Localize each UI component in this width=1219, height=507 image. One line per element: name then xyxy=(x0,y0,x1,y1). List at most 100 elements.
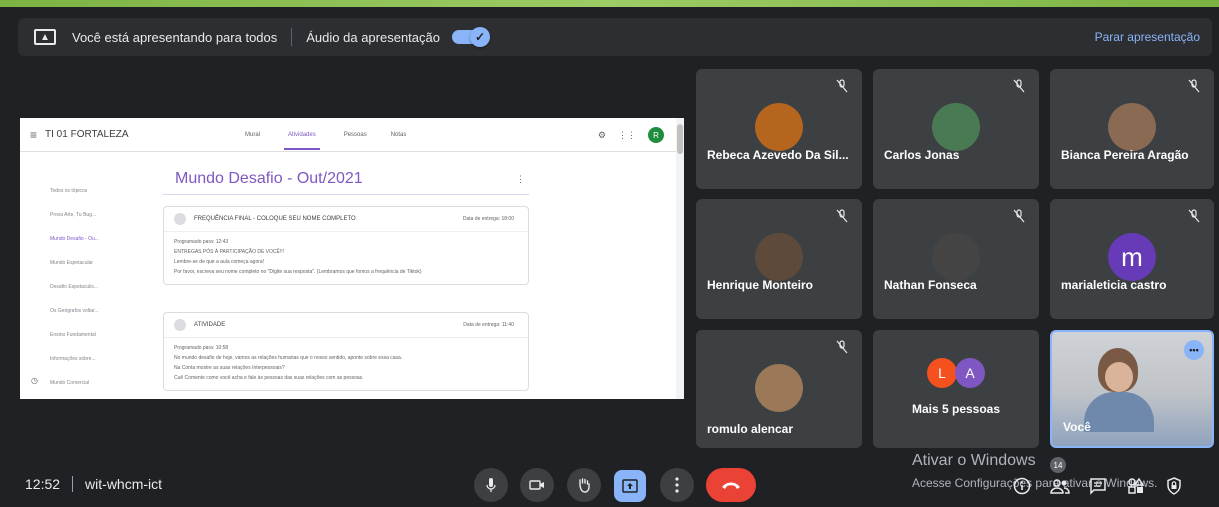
presenting-status-text: Você está apresentando para todos xyxy=(72,29,278,45)
assignment-line: ENTREGAS PÓS À PARTICIPAÇÃO DE VOCÊ!!! xyxy=(174,249,285,255)
meeting-code: wit-whcm-ict xyxy=(85,476,163,492)
assignment-body: Programado para: 12:43 ENTREGAS PÓS À PA… xyxy=(164,231,528,284)
participant-name: Henrique Monteiro xyxy=(707,278,814,292)
sidebar-topic[interactable]: Desafio Espetaculis... xyxy=(50,284,120,308)
sidebar-topic[interactable]: Todos os tópicos xyxy=(50,188,120,212)
sidebar-topic[interactable]: Informações sobre... xyxy=(50,356,120,380)
classroom-tabs: Mural Atividades Pessoas Notas xyxy=(245,118,406,152)
assignment-line: Programado para: 12:43 xyxy=(174,239,229,245)
participant-name: Nathan Fonseca xyxy=(884,278,977,292)
participant-avatar xyxy=(932,233,980,281)
banner-divider xyxy=(291,28,293,46)
assignment-line: Por favor, escreva seu nome completo no … xyxy=(174,269,422,275)
self-name: Você xyxy=(1063,420,1091,434)
present-now-button[interactable] xyxy=(614,470,646,502)
assignment-line: Na Conta mostre as suas relações Interpe… xyxy=(174,365,285,371)
presentation-banner: ▲ Você está apresentando para todos Áudi… xyxy=(18,18,1212,56)
mic-off-icon xyxy=(1188,79,1200,93)
classroom-header: ≡ TI 01 FORTALEZA Mural Atividades Pesso… xyxy=(20,118,684,152)
more-participants-label: Mais 5 pessoas xyxy=(911,402,1001,416)
participant-tile[interactable]: Henrique Monteiro xyxy=(696,199,862,319)
participant-name: Bianca Pereira Aragão xyxy=(1061,148,1189,162)
assignment-title: FREQUÊNCIA FINAL - COLOQUE SEU NOME COMP… xyxy=(194,216,356,222)
check-icon: ✓ xyxy=(469,27,490,47)
account-avatar[interactable]: R xyxy=(648,127,664,143)
topic-underline xyxy=(163,194,529,195)
presentation-audio-toggle[interactable]: ✓ xyxy=(451,27,490,47)
sidebar-topic[interactable]: Mundo Comercial xyxy=(50,380,120,399)
assignment-title: ATIVIDADE xyxy=(194,322,226,328)
side-panel-buttons: 14 xyxy=(1010,457,1186,498)
host-controls-button[interactable] xyxy=(1162,474,1186,498)
self-face xyxy=(1105,362,1133,392)
participant-name: Rebeca Azevedo Da Sil... xyxy=(707,148,849,162)
assignment-line: No mundo desafio de hoje, vamos as relaç… xyxy=(174,355,403,361)
hand-icon xyxy=(579,478,590,493)
meeting-details-button[interactable] xyxy=(1010,474,1034,498)
participant-tile[interactable]: Bianca Pereira Aragão xyxy=(1050,69,1214,189)
stop-presenting-button[interactable]: Parar apresentação xyxy=(1095,30,1200,44)
participant-avatar xyxy=(1108,103,1156,151)
mic-off-icon xyxy=(836,340,848,354)
sidebar-topic[interactable]: Os Geógrafos voltar... xyxy=(50,308,120,332)
people-button[interactable]: 14 xyxy=(1048,457,1072,498)
classroom-header-icons: ⚙ ⋮⋮ R xyxy=(598,127,664,143)
clock-time: 12:52 xyxy=(25,476,61,492)
participant-tile[interactable]: romulo alencar xyxy=(696,330,862,448)
more-options-icon[interactable]: ••• xyxy=(1184,340,1204,360)
mic-off-icon xyxy=(836,209,848,223)
tab-atividades[interactable]: Atividades xyxy=(284,120,320,150)
assignment-icon xyxy=(174,319,186,331)
lock-shield-icon xyxy=(1167,477,1181,495)
participant-avatar xyxy=(755,364,803,412)
participant-name: romulo alencar xyxy=(707,422,794,436)
participant-tile[interactable]: Carlos Jonas xyxy=(873,69,1039,189)
tab-notas[interactable]: Notas xyxy=(391,132,407,138)
participant-avatar xyxy=(755,233,803,281)
assignment-icon xyxy=(174,213,186,225)
sidebar-topic[interactable]: Mundo Espetacular xyxy=(50,260,120,284)
more-participants-avatars: L A xyxy=(873,358,1039,388)
participant-tile[interactable]: m marialeticia castro xyxy=(1050,199,1214,319)
activities-button[interactable] xyxy=(1124,474,1148,498)
watermark-title: Ativar o Windows xyxy=(912,452,1036,469)
leave-call-button[interactable] xyxy=(706,468,756,502)
camera-icon xyxy=(529,480,544,490)
assignment-card[interactable]: FREQUÊNCIA FINAL - COLOQUE SEU NOME COMP… xyxy=(163,206,529,285)
participant-avatar: A xyxy=(955,358,985,388)
microphone-icon xyxy=(486,478,496,492)
sidebar-topic[interactable]: Ensino Fundamental xyxy=(50,332,120,356)
people-icon xyxy=(1050,479,1070,494)
more-options-button[interactable] xyxy=(660,468,694,502)
scrollbar-thumb xyxy=(677,124,683,154)
assignment-line: Lembre-se de que a aula começa agora! xyxy=(174,259,265,265)
topic-sidebar: Todos os tópicos Prova Arte, Tu Bug... M… xyxy=(50,188,120,399)
topic-title: Mundo Desafio - Out/2021 xyxy=(175,170,363,187)
assignment-card[interactable]: ATIVIDADE Data de entrega: 11:40 Program… xyxy=(163,312,529,391)
chat-button[interactable] xyxy=(1086,474,1110,498)
gear-icon[interactable]: ⚙ xyxy=(598,130,606,141)
present-screen-icon: ▲ xyxy=(34,29,56,45)
tab-pessoas[interactable]: Pessoas xyxy=(344,132,367,138)
participant-tile[interactable]: Rebeca Azevedo Da Sil... xyxy=(696,69,862,189)
participant-count-badge: 14 xyxy=(1050,457,1066,473)
meeting-info: 12:52 wit-whcm-ict xyxy=(25,476,162,492)
raise-hand-button[interactable] xyxy=(567,468,601,502)
topic-more-icon[interactable]: ⋮ xyxy=(516,174,525,185)
more-participants-tile[interactable]: L A Mais 5 pessoas xyxy=(873,330,1039,448)
mic-off-icon xyxy=(1188,209,1200,223)
participant-avatar: L xyxy=(927,358,957,388)
hamburger-menu-icon[interactable]: ≡ xyxy=(30,128,37,142)
apps-grid-icon[interactable]: ⋮⋮ xyxy=(618,130,636,141)
sidebar-topic[interactable]: Prova Arte, Tu Bug... xyxy=(50,212,120,236)
participant-tile[interactable]: Nathan Fonseca xyxy=(873,199,1039,319)
camera-button[interactable] xyxy=(520,468,554,502)
sidebar-topic-selected[interactable]: Mundo Desafio - Ou... xyxy=(50,236,120,260)
mic-off-icon xyxy=(1013,79,1025,93)
chat-icon xyxy=(1090,478,1106,495)
assignment-due: Data de entrega: 18:00 xyxy=(462,216,514,222)
clock-icon: ◷ xyxy=(31,376,38,385)
self-video-tile[interactable]: ••• Você xyxy=(1050,330,1214,448)
microphone-button[interactable] xyxy=(474,468,508,502)
tab-mural[interactable]: Mural xyxy=(245,132,260,138)
